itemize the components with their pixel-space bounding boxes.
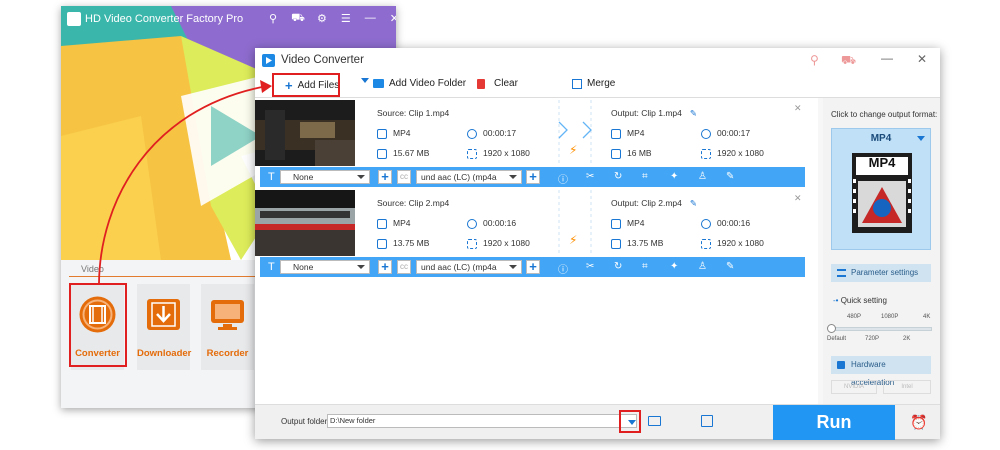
annotation-arrow — [98, 80, 272, 284]
